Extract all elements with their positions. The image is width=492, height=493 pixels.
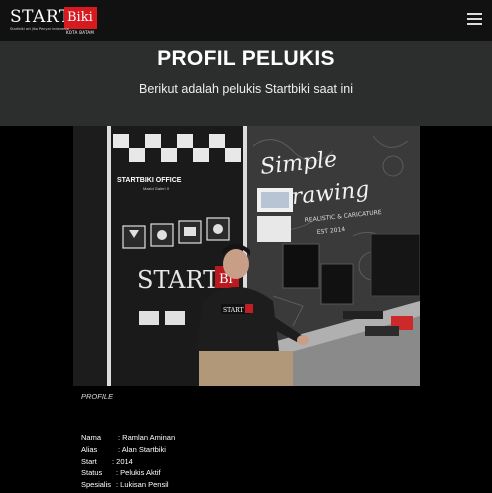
banner-subtitle: Mazid Galeri II	[143, 186, 169, 191]
page-title: PROFIL PELUKIS	[157, 47, 335, 70]
hero-section: PROFIL PELUKIS Berikut adalah pelukis St…	[0, 41, 492, 126]
banner-logo: START	[137, 266, 219, 294]
logo-tagline: Startbiki art jiko Penyar indonesia	[10, 27, 70, 31]
detail-label: Status	[81, 468, 103, 478]
logo-text: START	[10, 7, 71, 27]
logo-red-box: Biki	[64, 7, 97, 29]
detail-label: Spesialis	[81, 480, 112, 490]
startbiki-logo[interactable]: START Biki Startbiki art jiko Penyar ind…	[8, 6, 100, 36]
photo-caption: PROFILE	[81, 392, 114, 401]
painter-photo: Simple Drawing REALISTIC & CARICATURE ES…	[73, 126, 420, 386]
page-subtitle: Berikut adalah pelukis Startbiki saat in…	[138, 82, 353, 96]
detail-value: : Lukisan Pensil	[116, 480, 169, 490]
detail-label: Alias	[81, 444, 98, 454]
detail-value: : 2014	[112, 456, 133, 466]
shirt-logo: START	[223, 307, 244, 314]
detail-label: Nama	[81, 433, 102, 442]
detail-value: : Ramlan Aminan	[118, 433, 176, 442]
detail-value: : Alan Startbiki	[118, 444, 166, 454]
logo-city: KOTA BATAM	[66, 30, 95, 35]
banner-title: STARTBIKI OFFICE	[117, 177, 182, 184]
detail-label: Start	[81, 456, 97, 466]
hamburger-icon[interactable]	[467, 13, 484, 27]
detail-value: : Pelukis Aktif	[116, 468, 161, 478]
top-navbar: START Biki Startbiki art jiko Penyar ind…	[0, 0, 492, 41]
